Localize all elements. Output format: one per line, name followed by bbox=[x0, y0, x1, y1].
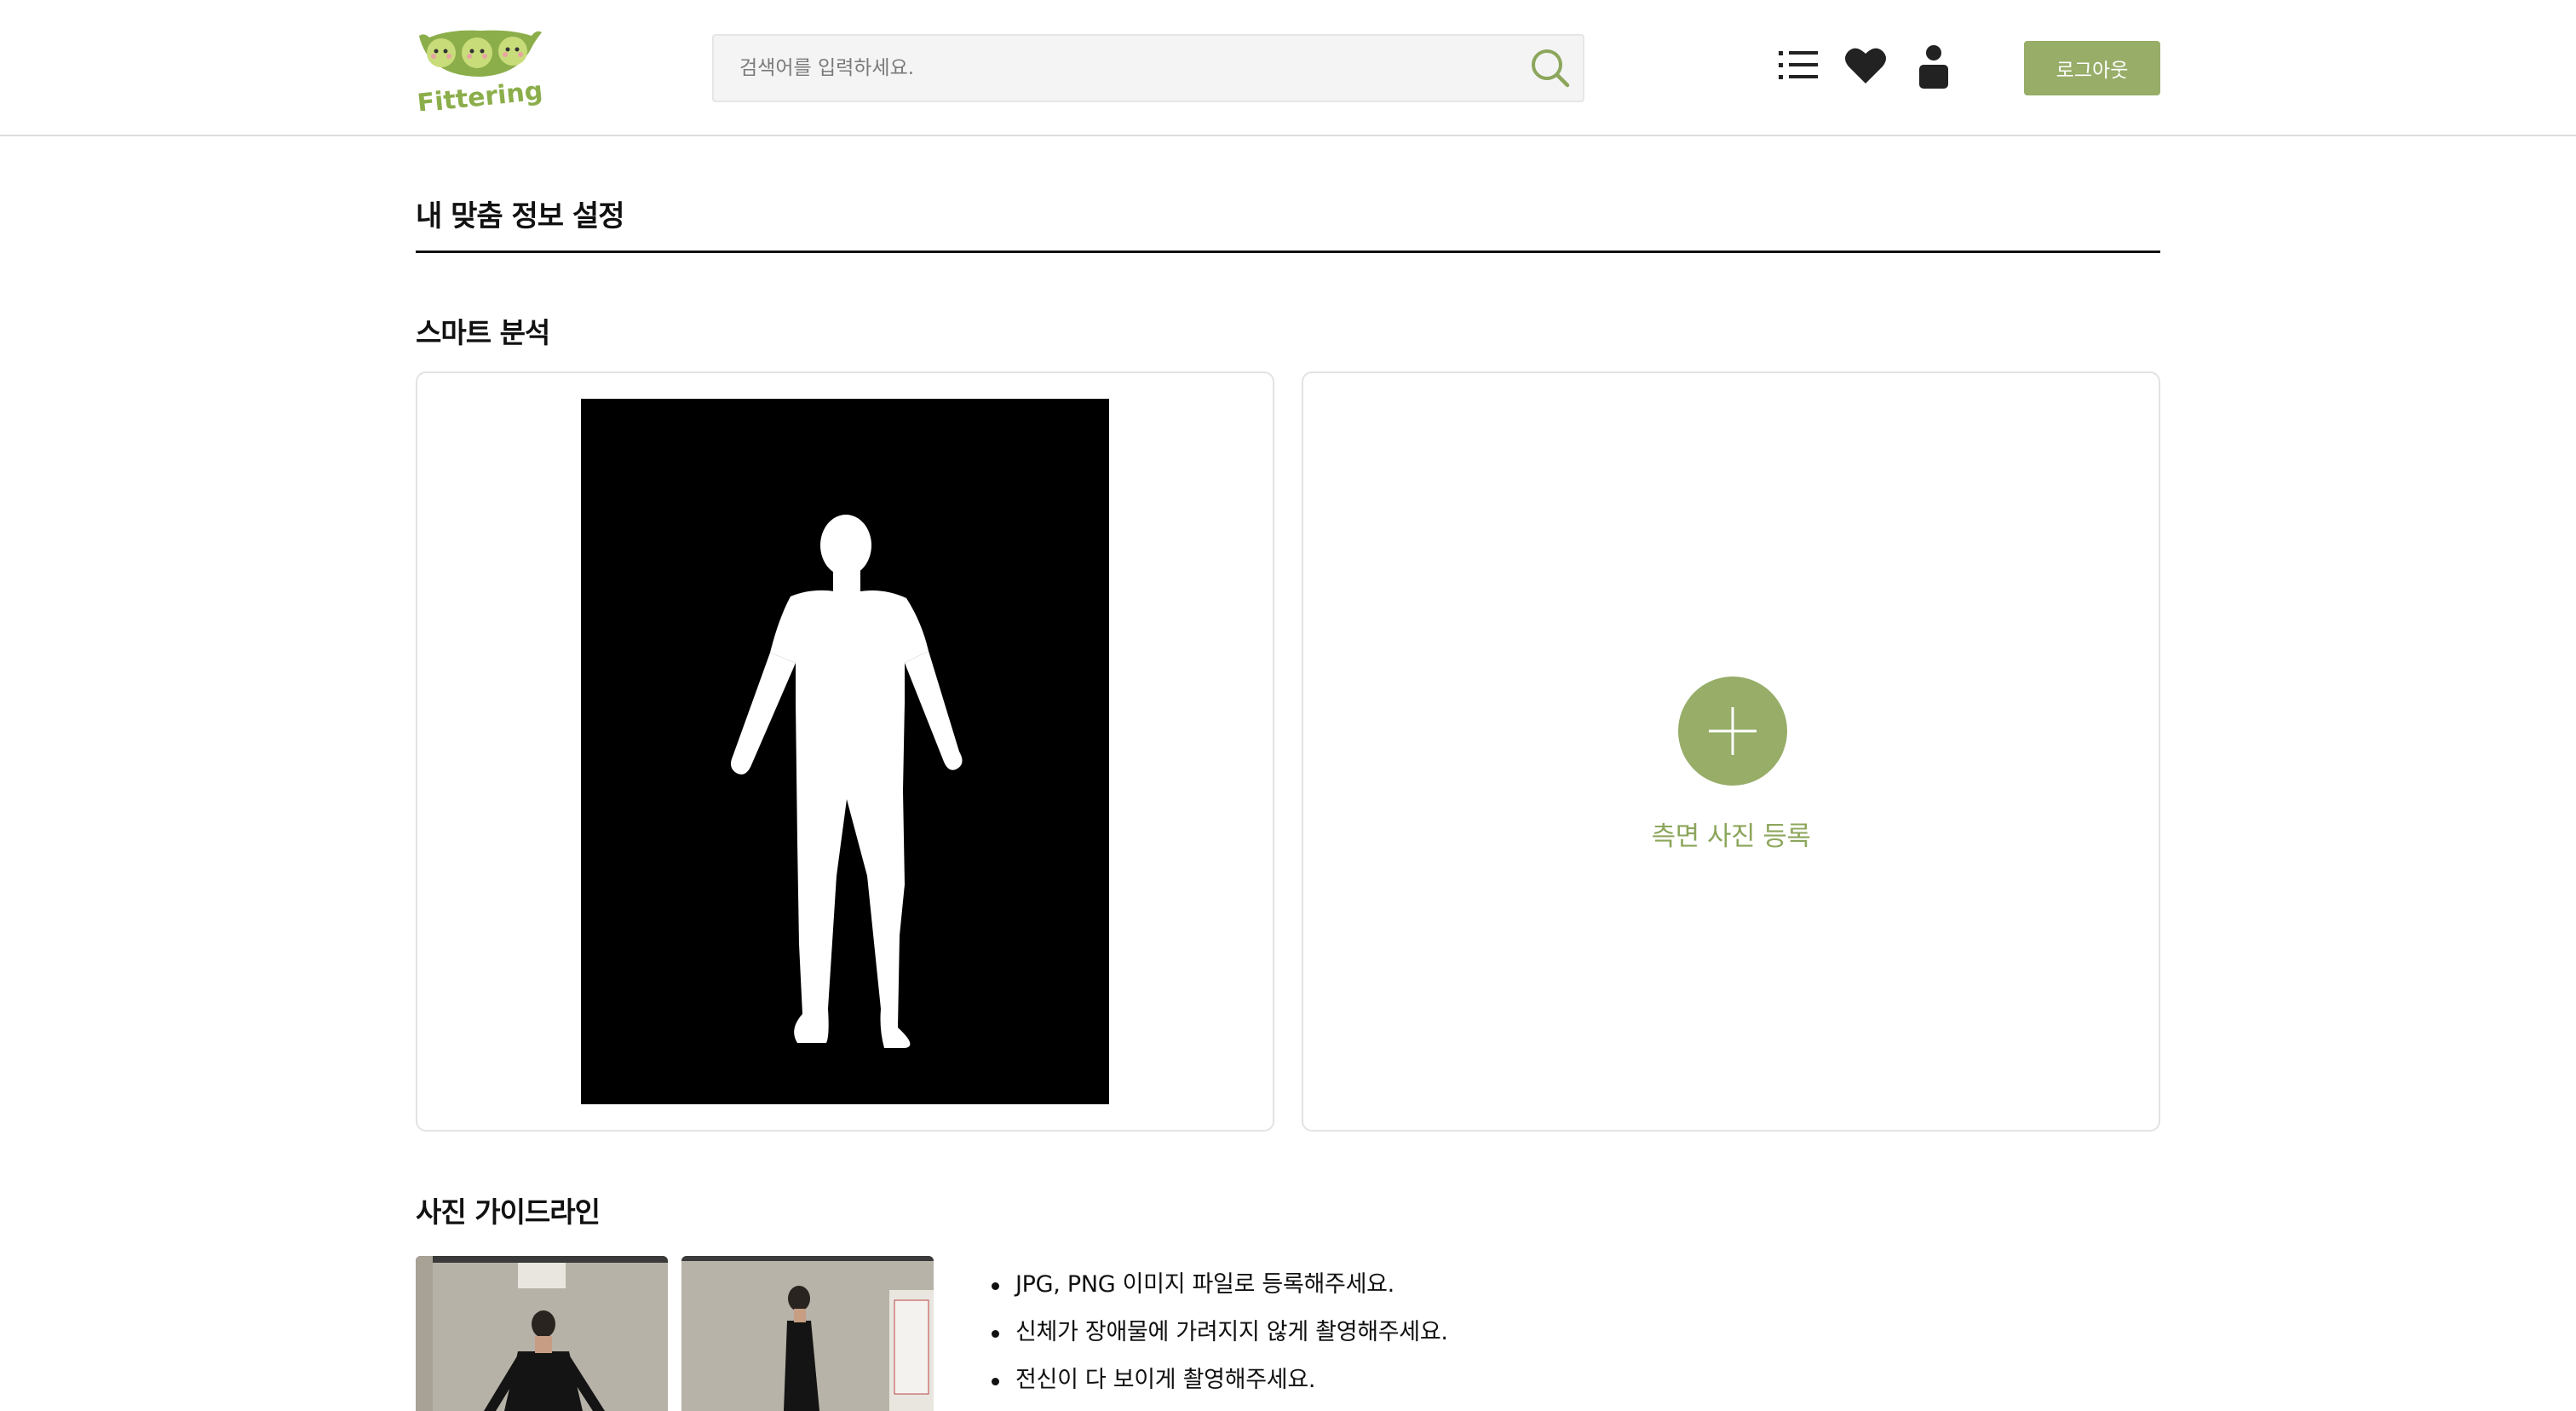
plus-icon bbox=[1709, 707, 1757, 755]
add-photo-circle bbox=[1678, 677, 1787, 786]
guide-photo-front bbox=[416, 1256, 668, 1411]
side-photo-upload-button[interactable]: 측면 사진 등록 bbox=[1303, 373, 2159, 1130]
guideline-title: 사진 가이드라인 bbox=[416, 1195, 601, 1229]
front-photo-panel bbox=[416, 371, 1274, 1132]
front-silhouette-image bbox=[581, 399, 1109, 1104]
search-button[interactable] bbox=[1528, 46, 1573, 90]
logo[interactable]: Fittering bbox=[416, 24, 544, 119]
search-input[interactable] bbox=[739, 36, 1506, 101]
guideline-item: JPG, PNG 이미지 파일로 등록해주세요. bbox=[988, 1261, 1448, 1309]
guideline-list: JPG, PNG 이미지 파일로 등록해주세요. 신체가 장애물에 가려지지 않… bbox=[988, 1261, 1448, 1404]
guideline-item: 신체가 장애물에 가려지지 않게 촬영해주세요. bbox=[988, 1309, 1448, 1356]
user-icon bbox=[1919, 45, 1948, 89]
wishlist-button[interactable] bbox=[1843, 44, 1888, 90]
logo-pea-icon: Fittering bbox=[416, 30, 544, 119]
search-bar bbox=[712, 34, 1584, 102]
search-icon bbox=[1532, 49, 1570, 88]
title-divider bbox=[416, 251, 2160, 253]
heart-icon bbox=[1845, 48, 1886, 84]
mypage-button[interactable] bbox=[1917, 44, 1951, 94]
guide-front-image bbox=[416, 1256, 668, 1411]
logout-button[interactable]: 로그아웃 bbox=[2024, 41, 2160, 95]
guide-photo-side bbox=[681, 1256, 934, 1411]
smart-analysis-title: 스마트 분석 bbox=[416, 316, 550, 349]
menu-button[interactable] bbox=[1777, 44, 1820, 90]
side-photo-panel: 측면 사진 등록 bbox=[1302, 371, 2160, 1132]
side-photo-upload-label: 측면 사진 등록 bbox=[1651, 821, 1811, 852]
body-silhouette bbox=[731, 515, 963, 1048]
guideline-item: 전신이 다 보이게 촬영해주세요. bbox=[988, 1356, 1448, 1404]
guide-side-image bbox=[681, 1256, 934, 1411]
page-title: 내 맞춤 정보 설정 bbox=[416, 199, 624, 233]
logo-text: Fittering bbox=[416, 76, 543, 111]
header: Fittering 로그아웃 bbox=[0, 0, 2576, 136]
list-icon bbox=[1779, 51, 1818, 79]
